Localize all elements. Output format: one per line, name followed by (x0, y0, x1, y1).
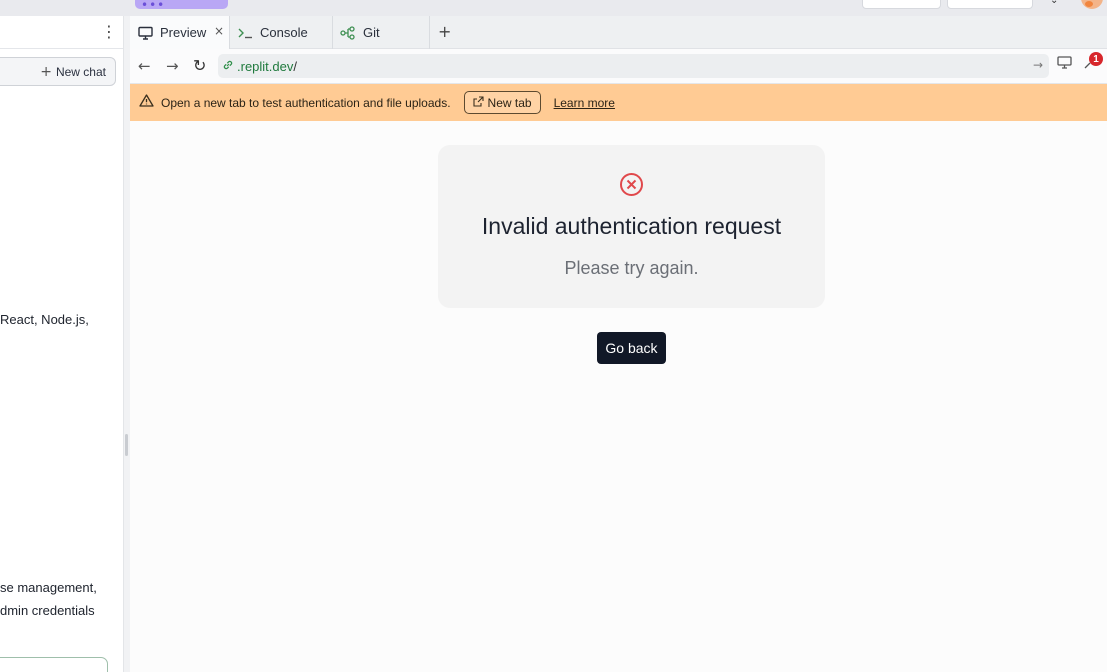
new-chat-label: New chat (55, 64, 106, 79)
link-icon (222, 59, 234, 74)
url-bar[interactable]: .replit.dev / → (218, 54, 1049, 78)
new-chat-button[interactable]: + New chat (0, 57, 116, 86)
go-arrow-icon[interactable]: → (1033, 58, 1043, 72)
preview-content: Invalid authentication request Please tr… (130, 121, 1107, 672)
project-chip[interactable]: ••• (135, 0, 228, 12)
warning-banner: Open a new tab to test authentication an… (130, 84, 1107, 121)
tab-git[interactable]: Git (333, 16, 430, 49)
chat-message-text: React, Node.js, (0, 312, 89, 327)
resize-grip[interactable] (125, 434, 128, 456)
url-path: / (293, 58, 297, 74)
chat-panel: ⋮ + New chat React, Node.js, se manageme… (0, 16, 124, 672)
tab-console[interactable]: Console (230, 16, 333, 49)
reload-icon[interactable]: ↻ (193, 56, 206, 75)
error-x-icon (619, 172, 644, 197)
top-strip: ••• ⌄ (0, 0, 1107, 16)
add-tab-button[interactable]: + (438, 22, 451, 41)
error-title: Invalid authentication request (481, 213, 782, 239)
tab-bar: Preview × Console Git + (130, 16, 1107, 49)
back-arrow-icon[interactable]: ← (138, 57, 151, 75)
notification-badge: 1 (1089, 52, 1103, 66)
go-back-button[interactable]: Go back (597, 332, 666, 364)
chat-message-text: dmin credentials (0, 603, 95, 618)
tab-preview[interactable]: Preview × (130, 16, 230, 49)
browser-nav-bar: ← → ↻ .replit.dev / → 1 (130, 49, 1107, 84)
plus-icon: + (40, 63, 52, 80)
more-options-icon[interactable]: ⋮ (101, 22, 117, 41)
chat-panel-header: ⋮ (0, 16, 123, 49)
close-icon[interactable]: × (214, 24, 224, 38)
chat-input[interactable] (0, 657, 108, 672)
tab-label: Git (363, 25, 380, 40)
banner-message: Open a new tab to test authentication an… (161, 95, 451, 110)
preview-panel: Preview × Console Git + ← → ↻ .replit.de… (130, 16, 1107, 672)
tab-label: Console (260, 25, 308, 40)
new-tab-label: New tab (487, 95, 532, 110)
top-button-2[interactable] (947, 0, 1033, 9)
new-tab-button[interactable]: New tab (463, 91, 541, 114)
error-card: Invalid authentication request Please tr… (438, 145, 825, 308)
learn-more-link[interactable]: Learn more (554, 96, 615, 110)
external-link-icon (472, 95, 484, 110)
warning-icon (139, 94, 154, 111)
url-host: .replit.dev (237, 58, 294, 74)
tab-label: Preview (160, 25, 207, 40)
chat-message-text: se management, (0, 580, 97, 595)
device-preview-icon[interactable] (1057, 56, 1072, 73)
monitor-icon (137, 26, 153, 40)
chevron-down-icon[interactable]: ⌄ (1050, 0, 1058, 6)
apps-icon: ••• (141, 0, 166, 12)
error-subtitle: Please try again. (564, 258, 699, 278)
top-button-1[interactable] (862, 0, 941, 9)
forward-arrow-icon[interactable]: → (166, 57, 179, 75)
git-icon (340, 25, 356, 40)
avatar[interactable] (1081, 0, 1103, 9)
terminal-icon (237, 27, 253, 39)
